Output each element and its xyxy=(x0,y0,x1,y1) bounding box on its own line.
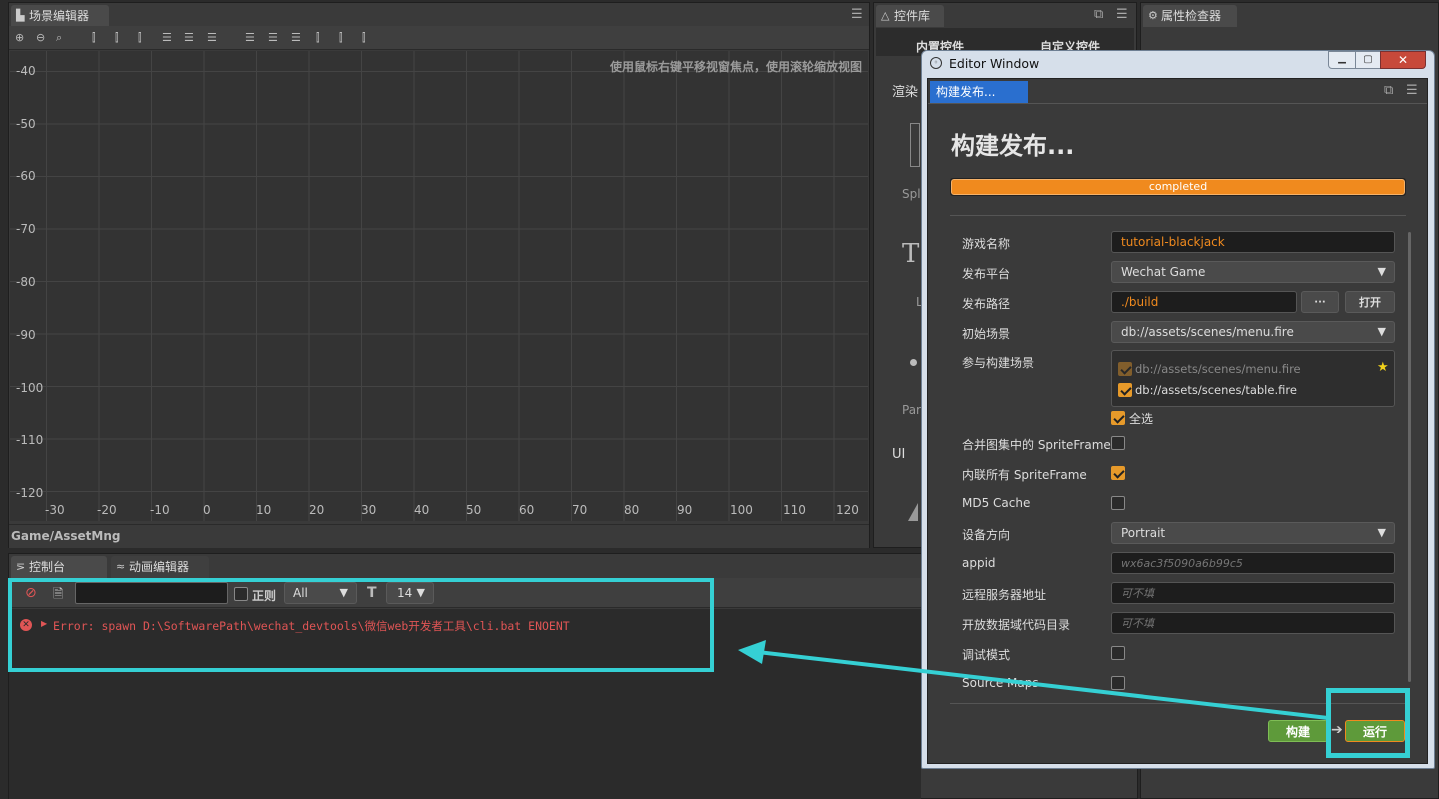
annotation-arrow xyxy=(738,640,1329,720)
